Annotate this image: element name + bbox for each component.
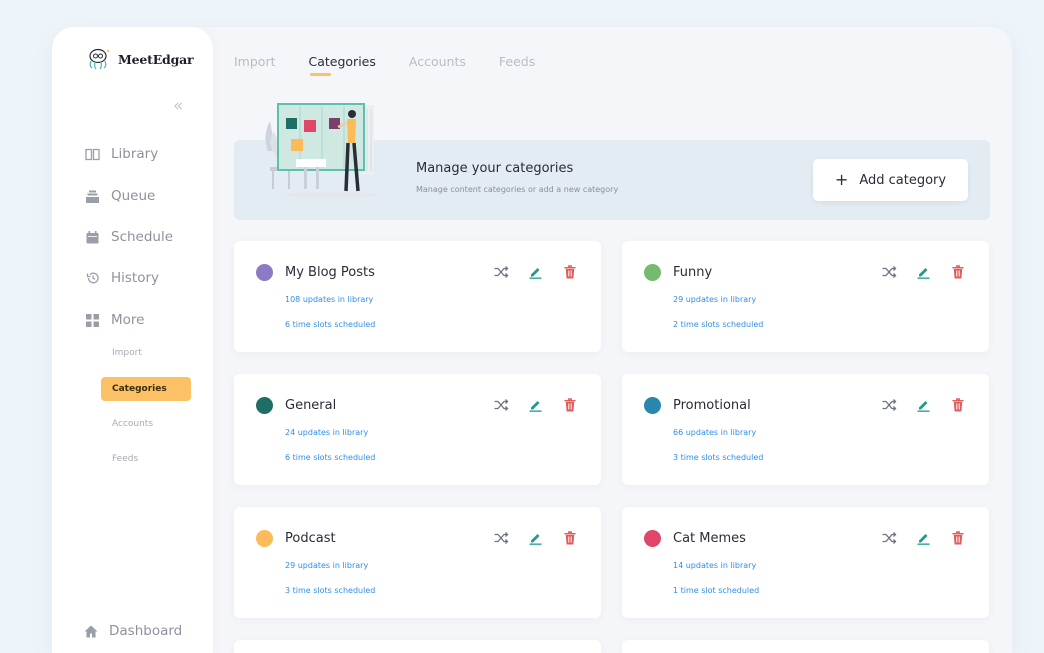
brand-name: MeetEdgar bbox=[118, 51, 194, 67]
edit-icon[interactable] bbox=[915, 263, 932, 280]
category-name: Podcast bbox=[285, 531, 336, 546]
sidebar-subitem-feeds[interactable]: Feeds bbox=[112, 454, 138, 464]
book-icon bbox=[85, 147, 100, 162]
category-slots-link[interactable]: 3 time slots scheduled bbox=[285, 586, 375, 595]
collapse-sidebar-icon[interactable]: « bbox=[173, 97, 183, 115]
add-category-label: Add category bbox=[859, 172, 947, 188]
category-color-dot bbox=[256, 264, 273, 281]
sidebar-item-queue[interactable]: Queue bbox=[85, 188, 155, 204]
delete-icon[interactable] bbox=[561, 263, 578, 280]
category-name: General bbox=[285, 398, 337, 413]
delete-icon[interactable] bbox=[949, 263, 966, 280]
sidebar-subitem-categories[interactable]: Categories bbox=[101, 377, 191, 401]
shuffle-icon[interactable] bbox=[881, 263, 898, 280]
sidebar-subitem-accounts[interactable]: Accounts bbox=[112, 419, 153, 429]
category-updates-link[interactable]: 29 updates in library bbox=[673, 295, 756, 304]
category-slots-link[interactable]: 2 time slots scheduled bbox=[673, 320, 763, 329]
category-actions bbox=[493, 396, 578, 413]
category-actions bbox=[881, 529, 966, 546]
category-slots-link[interactable]: 6 time slots scheduled bbox=[285, 453, 375, 462]
app-window: MeetEdgar « Library Queue Schedule Histo… bbox=[52, 27, 1012, 653]
edit-icon[interactable] bbox=[915, 396, 932, 413]
edit-icon[interactable] bbox=[527, 263, 544, 280]
category-card[interactable]: Promotional 66 updates in library 3 time… bbox=[622, 374, 989, 485]
tab-categories[interactable]: Categories bbox=[309, 54, 376, 76]
category-actions bbox=[493, 263, 578, 280]
history-icon bbox=[85, 271, 100, 286]
sidebar-item-label: More bbox=[111, 312, 145, 328]
tab-feeds[interactable]: Feeds bbox=[499, 54, 535, 69]
category-name: Cat Memes bbox=[673, 531, 746, 546]
add-category-button[interactable]: + Add category bbox=[813, 159, 968, 201]
category-color-dot bbox=[256, 530, 273, 547]
sidebar-item-label: Schedule bbox=[111, 229, 174, 245]
octopus-logo-icon bbox=[89, 48, 110, 70]
category-slots-link[interactable]: 6 time slots scheduled bbox=[285, 320, 375, 329]
category-color-dot bbox=[644, 397, 661, 414]
shuffle-icon[interactable] bbox=[881, 529, 898, 546]
category-card[interactable]: Cat Memes 14 updates in library 1 time s… bbox=[622, 507, 989, 618]
category-actions bbox=[493, 529, 578, 546]
sidebar-item-library[interactable]: Library bbox=[85, 146, 158, 162]
tab-import[interactable]: Import bbox=[234, 54, 276, 69]
sidebar-item-history[interactable]: History bbox=[85, 270, 159, 286]
edit-icon[interactable] bbox=[527, 529, 544, 546]
category-card-partial[interactable] bbox=[622, 640, 989, 653]
shuffle-icon[interactable] bbox=[493, 396, 510, 413]
delete-icon[interactable] bbox=[561, 529, 578, 546]
category-card[interactable]: Funny 29 updates in library 2 time slots… bbox=[622, 241, 989, 352]
banner-subtitle: Manage content categories or add a new c… bbox=[416, 185, 619, 194]
category-color-dot bbox=[256, 397, 273, 414]
category-name: Promotional bbox=[673, 398, 751, 413]
category-updates-link[interactable]: 66 updates in library bbox=[673, 428, 756, 437]
category-updates-link[interactable]: 29 updates in library bbox=[285, 561, 368, 570]
plus-icon: + bbox=[834, 170, 849, 189]
sidebar-item-dashboard[interactable]: Dashboard bbox=[83, 623, 182, 639]
sidebar-item-label: Dashboard bbox=[109, 623, 183, 639]
shuffle-icon[interactable] bbox=[493, 263, 510, 280]
sidebar-item-more[interactable]: More bbox=[85, 312, 144, 328]
category-updates-link[interactable]: 108 updates in library bbox=[285, 295, 373, 304]
category-updates-link[interactable]: 24 updates in library bbox=[285, 428, 368, 437]
sidebar-item-label: History bbox=[111, 270, 160, 286]
home-icon bbox=[83, 624, 98, 639]
category-name: My Blog Posts bbox=[285, 265, 375, 280]
delete-icon[interactable] bbox=[561, 396, 578, 413]
sidebar: MeetEdgar « Library Queue Schedule Histo… bbox=[52, 27, 213, 653]
category-actions bbox=[881, 263, 966, 280]
tab-bar: Import Categories Accounts Feeds bbox=[234, 54, 568, 76]
shuffle-icon[interactable] bbox=[881, 396, 898, 413]
category-slots-link[interactable]: 3 time slots scheduled bbox=[673, 453, 763, 462]
category-card[interactable]: Podcast 29 updates in library 3 time slo… bbox=[234, 507, 601, 618]
category-card-partial[interactable] bbox=[234, 640, 601, 653]
kanban-board-illustration bbox=[265, 103, 378, 198]
sidebar-item-label: Queue bbox=[111, 188, 156, 204]
category-updates-link[interactable]: 14 updates in library bbox=[673, 561, 756, 570]
category-name: Funny bbox=[673, 265, 713, 280]
shuffle-icon[interactable] bbox=[493, 529, 510, 546]
edit-icon[interactable] bbox=[527, 396, 544, 413]
stack-icon bbox=[85, 189, 100, 204]
category-slots-link[interactable]: 1 time slot scheduled bbox=[673, 586, 759, 595]
tab-accounts[interactable]: Accounts bbox=[409, 54, 466, 69]
banner-title: Manage your categories bbox=[416, 161, 574, 176]
category-color-dot bbox=[644, 264, 661, 281]
calendar-icon bbox=[85, 230, 100, 245]
category-actions bbox=[881, 396, 966, 413]
category-card[interactable]: General 24 updates in library 6 time slo… bbox=[234, 374, 601, 485]
delete-icon[interactable] bbox=[949, 529, 966, 546]
sidebar-item-schedule[interactable]: Schedule bbox=[85, 229, 173, 245]
category-card[interactable]: My Blog Posts 108 updates in library 6 t… bbox=[234, 241, 601, 352]
edit-icon[interactable] bbox=[915, 529, 932, 546]
category-color-dot bbox=[644, 530, 661, 547]
sidebar-item-label: Library bbox=[111, 146, 159, 162]
sidebar-subitem-import[interactable]: Import bbox=[112, 348, 142, 358]
logo[interactable]: MeetEdgar bbox=[86, 48, 194, 70]
grid-icon bbox=[85, 313, 100, 328]
delete-icon[interactable] bbox=[949, 396, 966, 413]
